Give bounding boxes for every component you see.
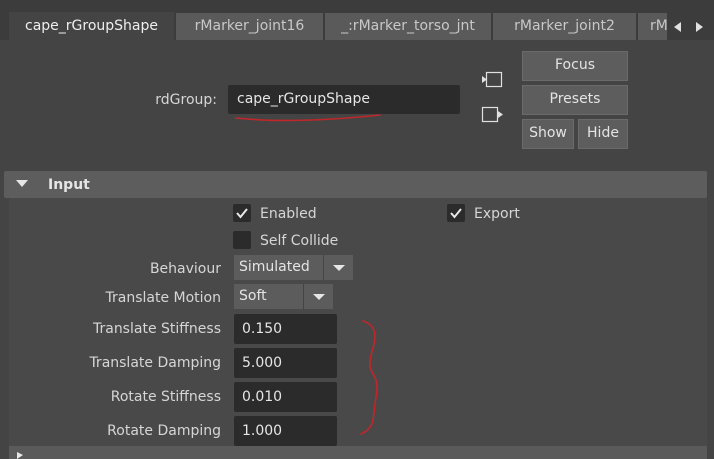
translate-damping-field[interactable]: 5.000	[234, 348, 337, 378]
section-title: Input	[48, 177, 90, 193]
behaviour-value: Simulated	[239, 259, 310, 275]
behaviour-label: Behaviour	[149, 261, 221, 277]
tab-scroll-right-icon[interactable]	[689, 13, 709, 40]
focus-button[interactable]: Focus	[522, 51, 628, 81]
tab-cape-rgroupshape[interactable]: cape_rGroupShape	[9, 12, 175, 40]
tab-rmarker-torso-jnt[interactable]: _:rMarker_torso_jnt	[325, 13, 492, 40]
translate-stiffness-label: Translate Stiffness	[92, 321, 221, 337]
tab-rm-truncated[interactable]: rM	[638, 13, 668, 40]
rotate-damping-field[interactable]: 1.000	[234, 416, 337, 446]
rotate-stiffness-field[interactable]: 0.010	[234, 382, 337, 412]
tab-rmarker-joint16[interactable]: rMarker_joint16	[176, 13, 324, 40]
select-output-node-icon[interactable]	[481, 106, 505, 124]
translate-damping-label: Translate Damping	[89, 355, 221, 371]
tab-bar: cape_rGroupShape rMarker_joint16 _:rMark…	[0, 0, 714, 40]
rotate-damping-label: Rotate Damping	[107, 423, 221, 439]
checkmark-icon	[236, 208, 248, 219]
rotate-stiffness-label: Rotate Stiffness	[110, 389, 221, 405]
red-brace-annotation	[360, 320, 378, 435]
self-collide-label: Self Collide	[260, 233, 339, 249]
self-collide-checkbox[interactable]	[233, 231, 251, 249]
collapse-triangle-icon[interactable]	[15, 179, 29, 189]
rdgroup-label: rdGroup:	[155, 92, 217, 108]
chevron-down-icon[interactable]	[323, 255, 353, 280]
input-section-header[interactable]: Input	[4, 171, 707, 198]
next-section-header[interactable]	[9, 446, 707, 459]
chevron-down-icon[interactable]	[303, 284, 333, 309]
translate-motion-dropdown[interactable]: Soft	[234, 284, 333, 309]
select-input-node-icon[interactable]	[481, 71, 503, 89]
translate-motion-value: Soft	[239, 288, 267, 304]
red-underline-annotation	[235, 114, 381, 122]
checkmark-icon	[450, 208, 462, 219]
hide-button[interactable]: Hide	[578, 119, 628, 149]
tab-rmarker-joint2[interactable]: rMarker_joint2	[493, 13, 637, 40]
enabled-checkbox[interactable]	[233, 204, 251, 222]
presets-button[interactable]: Presets	[522, 85, 628, 115]
tab-scroll-left-icon[interactable]	[668, 13, 688, 40]
export-label: Export	[474, 206, 520, 222]
translate-stiffness-field[interactable]: 0.150	[234, 314, 337, 344]
rdgroup-field[interactable]: cape_rGroupShape	[228, 85, 460, 114]
show-button[interactable]: Show	[522, 119, 574, 149]
expand-triangle-icon[interactable]	[16, 451, 24, 459]
enabled-label: Enabled	[260, 206, 317, 222]
translate-motion-label: Translate Motion	[105, 290, 221, 306]
export-checkbox[interactable]	[447, 204, 465, 222]
behaviour-dropdown[interactable]: Simulated	[234, 255, 353, 280]
